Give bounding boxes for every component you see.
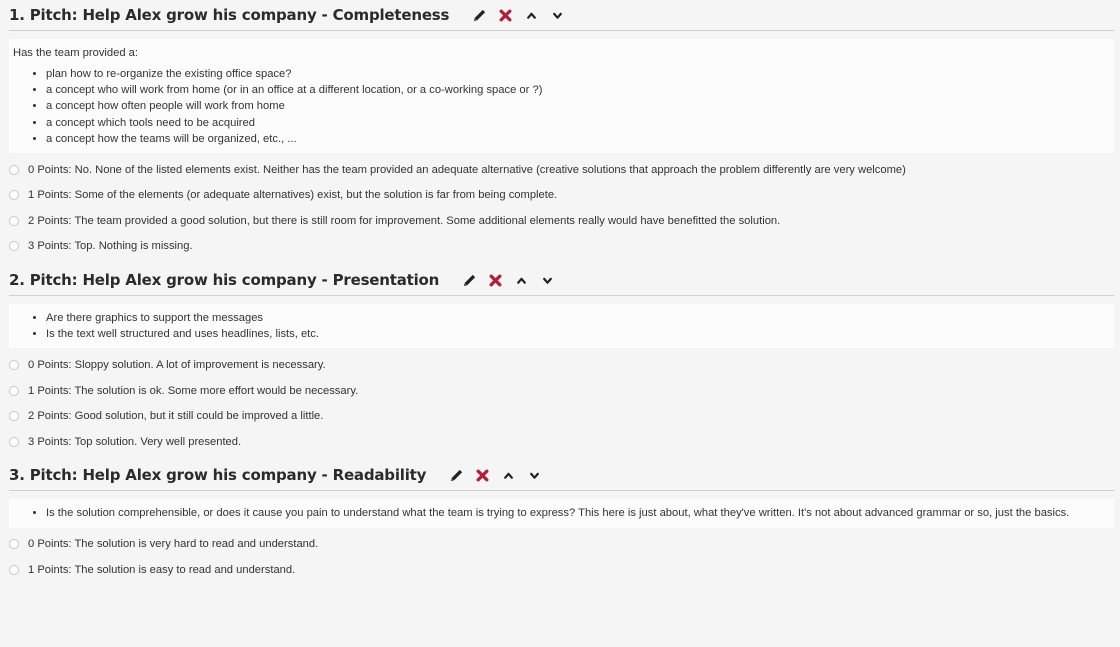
criterion-section: 3. Pitch: Help Alex grow his company - R… <box>0 460 1120 582</box>
delete-x-icon <box>489 274 502 287</box>
pencil-icon <box>462 273 477 288</box>
point-option-label: 1 Points: The solution is ok. Some more … <box>28 384 359 397</box>
delete-button[interactable] <box>497 7 513 23</box>
radio-button[interactable] <box>9 215 19 226</box>
description-list: Are there graphics to support the messag… <box>9 310 1114 348</box>
point-option-label: 0 Points: The solution is very hard to r… <box>28 538 319 551</box>
chevron-up-icon <box>526 10 537 21</box>
criterion-tools <box>448 467 542 483</box>
point-option[interactable]: 3 Points: Top solution. Very well presen… <box>9 429 1114 455</box>
criterion-header: 2. Pitch: Help Alex grow his company - P… <box>9 265 1114 297</box>
description-bullet: Are there graphics to support the messag… <box>46 310 1114 326</box>
radio-button[interactable] <box>9 564 19 575</box>
move-up-button[interactable] <box>513 272 529 288</box>
description-bullet: Is the text well structured and uses hea… <box>46 326 1114 342</box>
move-down-button[interactable] <box>539 272 555 288</box>
point-option-label: 1 Points: Some of the elements (or adequ… <box>28 189 558 202</box>
criterion-title: 1. Pitch: Help Alex grow his company - C… <box>9 6 450 24</box>
point-option[interactable]: 0 Points: Sloppy solution. A lot of impr… <box>9 352 1114 378</box>
criterion-tools <box>471 7 565 23</box>
move-down-button[interactable] <box>549 7 565 23</box>
criterion-header: 3. Pitch: Help Alex grow his company - R… <box>9 460 1114 492</box>
description-bullet: a concept how often people will work fro… <box>46 98 1114 114</box>
point-option[interactable]: 1 Points: Some of the elements (or adequ… <box>9 183 1114 209</box>
chevron-up-icon <box>516 275 527 286</box>
criterion-description: Are there graphics to support the messag… <box>9 304 1114 349</box>
edit-button[interactable] <box>471 7 487 23</box>
description-bullet: a concept how the teams will be organize… <box>46 131 1114 147</box>
point-option-label: 3 Points: Top. Nothing is missing. <box>28 240 193 253</box>
delete-button[interactable] <box>487 272 503 288</box>
edit-button[interactable] <box>448 467 464 483</box>
criterion-tools <box>461 272 555 288</box>
description-bullet: Is the solution comprehensible, or does … <box>46 505 1114 521</box>
pencil-icon <box>449 468 464 483</box>
radio-button[interactable] <box>9 539 19 550</box>
point-option[interactable]: 2 Points: The team provided a good solut… <box>9 208 1114 234</box>
point-option-label: 2 Points: Good solution, but it still co… <box>28 410 324 423</box>
point-option[interactable]: 3 Points: Top. Nothing is missing. <box>9 234 1114 260</box>
edit-button[interactable] <box>461 272 477 288</box>
point-option[interactable]: 2 Points: Good solution, but it still co… <box>9 403 1114 429</box>
chevron-down-icon <box>542 275 553 286</box>
point-option[interactable]: 1 Points: The solution is ok. Some more … <box>9 378 1114 404</box>
point-option-label: 0 Points: No. None of the listed element… <box>28 163 906 176</box>
point-option[interactable]: 1 Points: The solution is easy to read a… <box>9 557 1114 583</box>
criterion-title: 2. Pitch: Help Alex grow his company - P… <box>9 271 440 290</box>
move-up-button[interactable] <box>523 7 539 23</box>
criterion-description: Is the solution comprehensible, or does … <box>9 499 1114 528</box>
description-bullet: a concept who will work from home (or in… <box>46 82 1114 98</box>
radio-button[interactable] <box>9 411 19 422</box>
description-list: plan how to re-organize the existing off… <box>9 66 1114 153</box>
delete-x-icon <box>476 469 489 482</box>
move-up-button[interactable] <box>500 467 516 483</box>
point-option[interactable]: 0 Points: No. None of the listed element… <box>9 157 1114 183</box>
point-option-label: 0 Points: Sloppy solution. A lot of impr… <box>28 359 326 372</box>
radio-button[interactable] <box>9 241 19 252</box>
chevron-up-icon <box>503 470 514 481</box>
criterion-header: 1. Pitch: Help Alex grow his company - C… <box>9 0 1114 31</box>
criterion-section: 2. Pitch: Help Alex grow his company - P… <box>0 265 1120 454</box>
criterion-title: 3. Pitch: Help Alex grow his company - R… <box>9 466 427 485</box>
criterion-description: Has the team provided a: plan how to re-o… <box>9 39 1114 154</box>
pencil-icon <box>472 8 487 23</box>
delete-button[interactable] <box>474 467 490 483</box>
point-options: 0 Points: Sloppy solution. A lot of impr… <box>9 352 1114 454</box>
radio-button[interactable] <box>9 360 19 371</box>
delete-x-icon <box>499 9 512 22</box>
radio-button[interactable] <box>9 436 19 447</box>
radio-button[interactable] <box>9 190 19 201</box>
point-option[interactable]: 0 Points: The solution is very hard to r… <box>9 532 1114 558</box>
point-option-label: 2 Points: The team provided a good solut… <box>28 214 781 227</box>
chevron-down-icon <box>552 10 563 21</box>
point-option-label: 3 Points: Top solution. Very well presen… <box>28 435 242 448</box>
point-options: 0 Points: No. None of the listed element… <box>9 157 1114 259</box>
description-list: Is the solution comprehensible, or does … <box>9 505 1114 527</box>
description-bullet: plan how to re-organize the existing off… <box>46 66 1114 82</box>
criterion-section: 1. Pitch: Help Alex grow his company - C… <box>0 0 1120 259</box>
criteria-list: 1. Pitch: Help Alex grow his company - C… <box>0 0 1120 583</box>
radio-button[interactable] <box>9 164 19 175</box>
description-bullet: a concept which tools need to be acquire… <box>46 115 1114 131</box>
move-down-button[interactable] <box>526 467 542 483</box>
chevron-down-icon <box>529 470 540 481</box>
description-intro: Has the team provided a: <box>13 47 138 59</box>
radio-button[interactable] <box>9 385 19 396</box>
point-options: 0 Points: The solution is very hard to r… <box>9 532 1114 583</box>
point-option-label: 1 Points: The solution is easy to read a… <box>28 563 296 576</box>
